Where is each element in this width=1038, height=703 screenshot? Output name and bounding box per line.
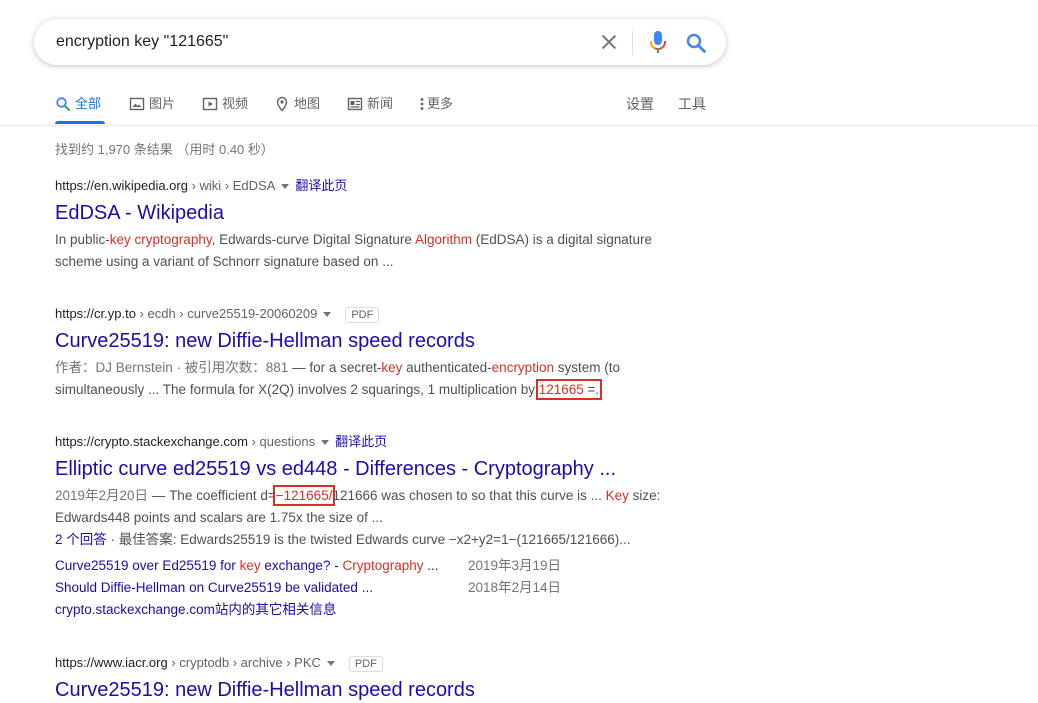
snippet-text: — for a secret- <box>288 360 382 375</box>
tab-maps[interactable]: 地图 <box>274 94 320 114</box>
snippet-meta: 作者：DJ Bernstein · 被引用次数：881 <box>55 360 289 375</box>
tools-button[interactable]: 工具 <box>678 94 706 114</box>
translate-link[interactable]: 翻译此页 <box>295 178 347 193</box>
snippet-highlight: key cryptography <box>109 232 212 247</box>
tab-videos[interactable]: 视频 <box>202 94 248 114</box>
annotation-box: −121665/ <box>272 485 336 506</box>
snippet-text: 121666 was chosen to so that this curve … <box>332 488 606 503</box>
pdf-badge: PDF <box>345 306 380 323</box>
tab-label: 全部 <box>75 96 102 111</box>
snippet-highlight: Algorithm <box>414 232 472 247</box>
url-path: › wiki › EdDSA <box>187 178 276 193</box>
best-answer-text: · 最佳答案: Edwards25519 is the twisted Edwa… <box>106 532 631 547</box>
sub-link-text: ... <box>423 558 439 573</box>
tab-label: 更多 <box>427 96 454 111</box>
search-input[interactable]: encryption key "121665" <box>56 19 228 65</box>
tab-label: 图片 <box>149 96 176 111</box>
tab-label: 视频 <box>222 96 249 111</box>
image-icon <box>129 97 145 110</box>
snippet-text: , Edwards-curve Digital Signature <box>211 232 415 247</box>
sub-result-date: 2019年3月19日 <box>468 558 562 573</box>
snippet-highlight: key <box>381 360 403 375</box>
tab-all[interactable]: 全部 <box>55 94 101 114</box>
sub-result-link[interactable]: Curve25519 over Ed25519 for key exchange… <box>55 558 439 573</box>
search-box[interactable]: encryption key "121665" <box>34 19 726 65</box>
snippet-text: In public- <box>55 232 110 247</box>
url-host: https://en.wikipedia.org <box>55 178 188 193</box>
search-icon[interactable] <box>684 31 708 55</box>
url-path: › questions <box>247 434 316 449</box>
sub-link-highlight: key <box>239 558 261 573</box>
tab-label: 新闻 <box>367 96 394 111</box>
result-url[interactable]: https://en.wikipedia.org › wiki › EdDSA 翻… <box>55 176 675 196</box>
tab-more[interactable]: 更多 <box>419 94 453 114</box>
sub-result-date: 2018年2月14日 <box>468 580 562 595</box>
search-icon <box>56 96 70 111</box>
pdf-badge: PDF <box>348 655 383 672</box>
newspaper-icon <box>347 97 363 110</box>
more-from-site-link[interactable]: crypto.stackexchange.com站内的其它相关信息 <box>55 599 675 621</box>
search-divider <box>632 31 633 55</box>
dropdown-arrow-icon[interactable] <box>321 439 330 445</box>
result-title[interactable]: Curve25519: new Diffie-Hellman speed rec… <box>55 677 675 703</box>
result-url[interactable]: https://cr.yp.to › ecdh › curve25519-200… <box>55 304 675 324</box>
dropdown-arrow-icon[interactable] <box>323 311 332 317</box>
search-result: https://en.wikipedia.org › wiki › EdDSA 翻… <box>55 176 675 273</box>
result-url[interactable]: https://crypto.stackexchange.com › quest… <box>55 432 675 452</box>
result-snippet: 2019年2月20日 — The coefficient d=−121665/1… <box>55 485 675 551</box>
clear-icon[interactable] <box>598 31 620 53</box>
url-host: https://www.iacr.org <box>55 655 168 670</box>
snippet-highlight: −121665/ <box>275 488 333 503</box>
snippet-highlight: Key <box>605 488 629 503</box>
snippet-text: authenticated- <box>402 360 492 375</box>
search-result: https://cr.yp.to › ecdh › curve25519-200… <box>55 304 675 401</box>
sub-link-text: exchange? - <box>260 558 343 573</box>
sub-link-highlight: Cryptography <box>342 558 424 573</box>
dropdown-arrow-icon[interactable] <box>281 183 290 189</box>
search-result: https://www.iacr.org › cryptodb › archiv… <box>55 653 675 703</box>
annotation-box: 121665 =. <box>535 379 603 400</box>
snippet-text: =. <box>583 382 600 397</box>
tab-news[interactable]: 新闻 <box>347 94 393 114</box>
snippet-text: — The coefficient d= <box>148 488 276 503</box>
url-host: https://cr.yp.to <box>55 306 136 321</box>
tab-label: 地图 <box>294 96 321 111</box>
translate-link[interactable]: 翻译此页 <box>335 434 387 449</box>
snippet-meta: 2019年2月20日 <box>55 488 149 503</box>
active-tab-indicator <box>55 121 105 124</box>
microphone-icon[interactable] <box>648 30 668 54</box>
dropdown-arrow-icon[interactable] <box>326 660 335 666</box>
sub-result: Curve25519 over Ed25519 for key exchange… <box>55 555 675 577</box>
url-path: › ecdh › curve25519-20060209 <box>135 306 318 321</box>
result-snippet: In public-key cryptography, Edwards-curv… <box>55 229 675 273</box>
result-snippet: 作者：DJ Bernstein · 被引用次数：881 — for a secr… <box>55 357 675 401</box>
tab-images[interactable]: 图片 <box>129 94 175 114</box>
url-host: https://crypto.stackexchange.com <box>55 434 248 449</box>
search-result: https://crypto.stackexchange.com › quest… <box>55 432 675 621</box>
sub-link-text: Curve25519 over Ed25519 for <box>55 558 240 573</box>
result-title[interactable]: Curve25519: new Diffie-Hellman speed rec… <box>55 328 675 354</box>
sub-result: Should Diffie-Hellman on Curve25519 be v… <box>55 577 675 599</box>
result-title[interactable]: EdDSA - Wikipedia <box>55 200 675 226</box>
snippet-highlight: 121665 <box>538 382 584 397</box>
result-title[interactable]: Elliptic curve ed25519 vs ed448 - Differ… <box>55 456 675 482</box>
map-pin-icon <box>276 96 288 112</box>
sub-result-link[interactable]: Should Diffie-Hellman on Curve25519 be v… <box>55 580 373 595</box>
more-vert-icon <box>420 97 424 110</box>
result-stats: 找到约 1,970 条结果 （用时 0.40 秒） <box>55 142 274 157</box>
header-divider <box>0 125 1038 126</box>
answers-link[interactable]: 2 个回答 <box>55 532 107 547</box>
snippet-highlight: encryption <box>491 360 554 375</box>
play-icon <box>202 97 218 110</box>
url-path: › cryptodb › archive › PKC <box>167 655 321 670</box>
result-url[interactable]: https://www.iacr.org › cryptodb › archiv… <box>55 653 675 673</box>
settings-button[interactable]: 设置 <box>626 94 654 114</box>
